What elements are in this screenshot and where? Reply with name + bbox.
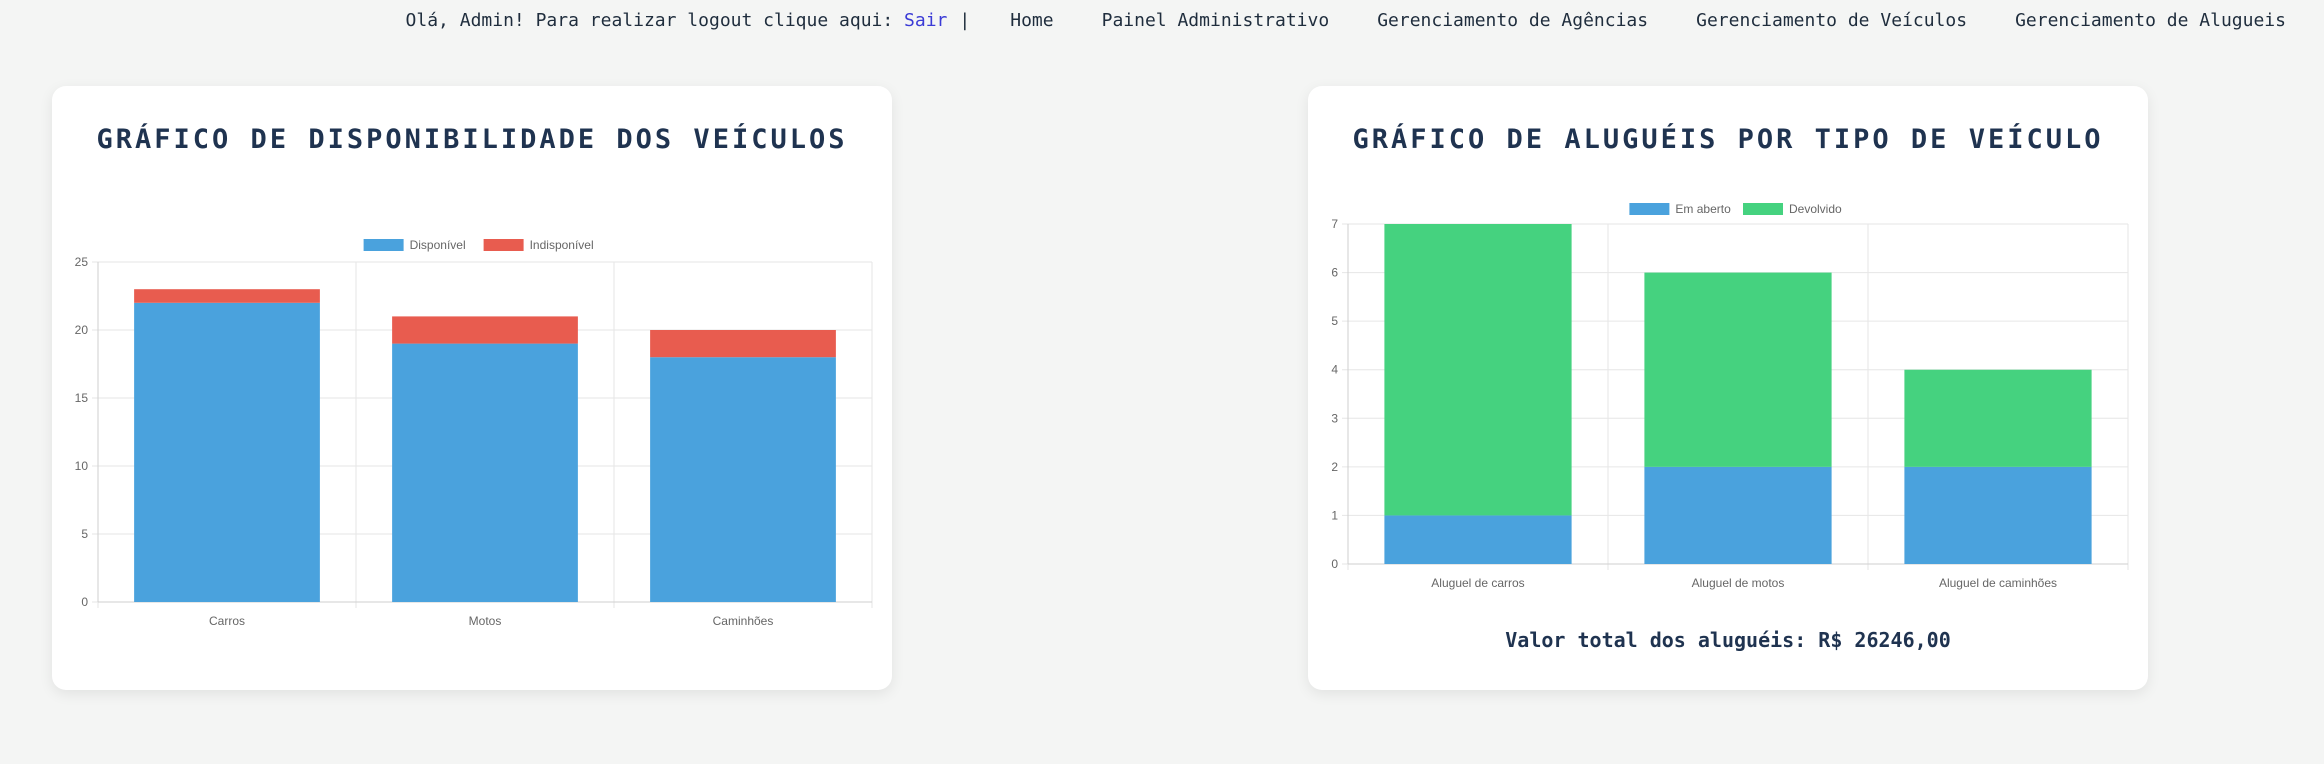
y-tick-label: 6 xyxy=(1331,266,1338,280)
y-tick-label: 0 xyxy=(81,595,88,609)
legend-label: Devolvido xyxy=(1789,202,1842,216)
greeting-text: Olá, Admin! Para realizar logout clique … xyxy=(405,9,905,31)
bar xyxy=(1644,272,1832,467)
bar xyxy=(650,330,836,358)
x-tick-label: Aluguel de caminhões xyxy=(1939,576,2057,590)
nav-agencies-link[interactable]: Gerenciamento de Agências xyxy=(1377,10,1648,31)
availability-chart: 0 5 10 15 20 25 Carros Motos Caminhões Disponível… xyxy=(75,238,873,628)
nav-rentals-link[interactable]: Gerenciamento de Alugueis xyxy=(2015,10,2286,31)
y-tick-label: 3 xyxy=(1331,411,1338,425)
y-tick-label: 20 xyxy=(75,323,89,337)
availability-chart-card: GRÁFICO DE DISPONIBILIDADE DOS VEÍCULOS … xyxy=(52,86,892,690)
legend-swatch xyxy=(363,239,404,251)
x-tick-label: Motos xyxy=(469,614,502,628)
legend-swatch xyxy=(1629,203,1670,215)
bar xyxy=(1384,515,1572,564)
nav-home-link[interactable]: Home xyxy=(1010,10,1053,31)
bar xyxy=(1904,369,2092,467)
y-tick-label: 10 xyxy=(75,459,89,473)
y-tick-label: 1 xyxy=(1331,508,1338,522)
x-tick-label: Caminhões xyxy=(713,614,774,628)
y-tick-label: 4 xyxy=(1331,363,1338,377)
bar xyxy=(1384,224,1572,516)
bar xyxy=(134,302,320,602)
legend-swatch xyxy=(483,239,524,251)
y-tick-label: 5 xyxy=(81,527,88,541)
bar xyxy=(392,343,578,602)
top-navigation: Olá, Admin! Para realizar logout clique … xyxy=(406,0,2286,40)
x-tick-label: Carros xyxy=(209,614,245,628)
nav-vehicles-link[interactable]: Gerenciamento de Veículos xyxy=(1696,10,1967,31)
bar xyxy=(1904,466,2092,564)
logout-link[interactable]: Sair xyxy=(904,10,947,31)
rentals-total-value: Valor total dos aluguéis: R$ 26246,00 xyxy=(1505,628,1951,652)
x-tick-label: Aluguel de motos xyxy=(1692,576,1785,590)
y-tick-label: 5 xyxy=(1331,314,1338,328)
y-tick-label: 7 xyxy=(1331,217,1338,231)
y-tick-label: 0 xyxy=(1331,557,1338,571)
bar xyxy=(650,357,836,602)
nav-admin-panel-link[interactable]: Painel Administrativo xyxy=(1102,10,1330,31)
bar xyxy=(134,289,320,303)
x-tick-label: Aluguel de carros xyxy=(1431,576,1524,590)
legend-swatch xyxy=(1743,203,1783,215)
legend-label: Em aberto xyxy=(1675,202,1731,216)
bar xyxy=(1644,466,1832,564)
rentals-chart-card: GRÁFICO DE ALUGUÉIS POR TIPO DE VEÍCULO … xyxy=(1308,86,2148,690)
y-tick-label: 25 xyxy=(75,255,89,269)
legend-label: Indisponível xyxy=(530,238,594,252)
legend-label: Disponível xyxy=(410,238,466,252)
y-tick-label: 2 xyxy=(1331,460,1338,474)
nav-separator: | xyxy=(959,9,971,31)
y-tick-label: 15 xyxy=(75,391,89,405)
rentals-chart: 0 1 2 3 4 5 6 7 Aluguel de carros Aluguel de moto… xyxy=(1331,202,2129,590)
bar xyxy=(392,316,578,344)
